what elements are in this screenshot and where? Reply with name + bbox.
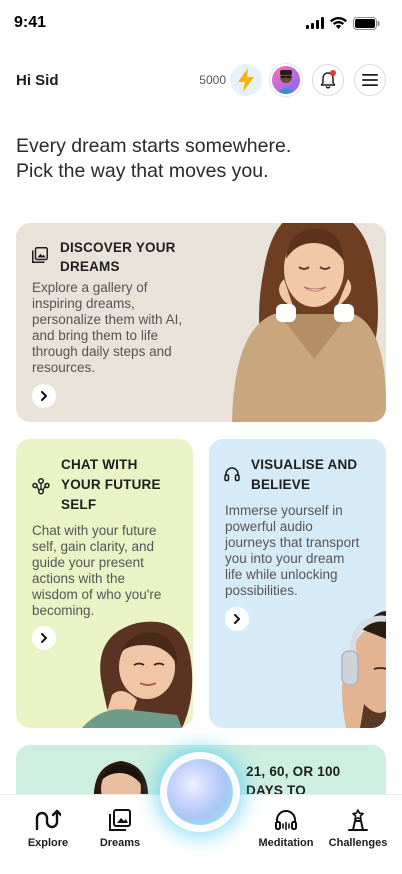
chat-desc-line: Chat with your future	[32, 523, 157, 538]
nav-challenges-label: Challenges	[328, 837, 388, 849]
challenge-title-line-1: 21, 60, OR 100	[246, 764, 341, 779]
nav-challenges[interactable]: Challenges	[323, 809, 393, 849]
discover-desc-line: resources.	[32, 360, 96, 375]
headphones-icon	[275, 810, 297, 831]
chat-title-line-2: YOUR FUTURE	[61, 477, 161, 492]
ai-orb-button[interactable]	[160, 752, 240, 832]
discover-desc-line: through daily steps and	[32, 344, 172, 359]
lightning-bolt-icon	[238, 68, 254, 92]
battery-icon	[353, 16, 380, 30]
nav-dreams[interactable]: Dreams	[85, 809, 155, 849]
discover-dreams-card[interactable]: DISCOVER YOUR DREAMS Explore a gallery o…	[16, 223, 386, 422]
visualise-desc-line: life while unlocking	[225, 567, 338, 582]
nav-explore[interactable]: Explore	[13, 809, 83, 849]
chat-future-self-card[interactable]: CHAT WITH YOUR FUTURE SELF Chat with you…	[16, 439, 193, 728]
chevron-right-icon	[41, 391, 47, 401]
woman-smiling-illustration	[232, 223, 386, 422]
greeting-text: Hi Sid	[16, 71, 59, 89]
profile-avatar[interactable]	[270, 64, 302, 96]
visualise-desc-line: journeys that transport	[225, 535, 360, 550]
discover-desc-line: personalize them with AI,	[32, 312, 183, 327]
discover-desc-line: Explore a gallery of	[32, 280, 148, 295]
headline-line-2: Pick the way that moves you.	[16, 160, 269, 182]
network-chat-icon	[32, 477, 50, 495]
status-icons	[306, 16, 380, 30]
visualise-desc-line: Immerse yourself in	[225, 503, 343, 518]
man-headphones-illustration	[341, 611, 386, 728]
app-header: Hi Sid 5000	[0, 60, 402, 100]
visualise-title-line-1: VISUALISE AND	[251, 457, 358, 472]
page-headline: Every dream starts somewhere. Pick the w…	[16, 134, 386, 184]
visualise-desc-line: powerful audio	[225, 519, 313, 534]
podium-icon	[348, 809, 368, 831]
chevron-right-icon	[41, 633, 47, 643]
chat-desc-line: guide your present	[32, 555, 144, 570]
notifications-button[interactable]	[312, 64, 344, 96]
headline-line-1: Every dream starts somewhere.	[16, 135, 292, 157]
explore-icon	[35, 809, 61, 831]
headphones-icon	[224, 467, 240, 482]
visualise-believe-card[interactable]: VISUALISE AND BELIEVE Immerse yourself i…	[209, 439, 386, 728]
points-badge[interactable]	[230, 64, 262, 96]
status-bar: 9:41	[0, 0, 402, 46]
chat-title-line-3: SELF	[61, 497, 97, 512]
signal-icon	[306, 17, 324, 29]
gallery-icon	[109, 809, 131, 831]
points-count: 5000	[199, 73, 226, 87]
woman-thinking-illustration	[82, 621, 193, 728]
visualise-arrow-button[interactable]	[225, 607, 249, 631]
avatar-portrait-icon	[276, 70, 296, 94]
discover-title-line-2: DREAMS	[60, 259, 120, 274]
nav-meditation[interactable]: Meditation	[251, 809, 321, 849]
chat-title-line-1: CHAT WITH	[61, 457, 138, 472]
gallery-icon	[32, 247, 48, 263]
chat-desc-line: self, gain clarity, and	[32, 539, 155, 554]
chat-desc-line: actions with the	[32, 571, 126, 586]
status-time: 9:41	[14, 14, 47, 31]
visualise-desc-line: possibilities.	[225, 583, 298, 598]
notification-dot	[330, 70, 336, 76]
menu-button[interactable]	[354, 64, 386, 96]
chat-arrow-button[interactable]	[32, 626, 56, 650]
discover-desc-line: inspiring dreams,	[32, 296, 135, 311]
nav-meditation-label: Meditation	[258, 837, 314, 849]
chevron-right-icon	[234, 614, 240, 624]
wifi-icon	[330, 17, 347, 29]
visualise-title-line-2: BELIEVE	[251, 477, 311, 492]
nav-dreams-label: Dreams	[99, 837, 141, 849]
chat-desc-line: wisdom of who you're	[32, 587, 162, 602]
discover-title-line-1: DISCOVER YOUR	[60, 240, 176, 255]
visualise-desc-line: you into your dream	[225, 551, 345, 566]
nav-explore-label: Explore	[27, 837, 69, 849]
discover-desc-line: and bring them to life	[32, 328, 159, 343]
discover-arrow-button[interactable]	[32, 384, 56, 408]
hamburger-menu-icon	[362, 74, 378, 86]
